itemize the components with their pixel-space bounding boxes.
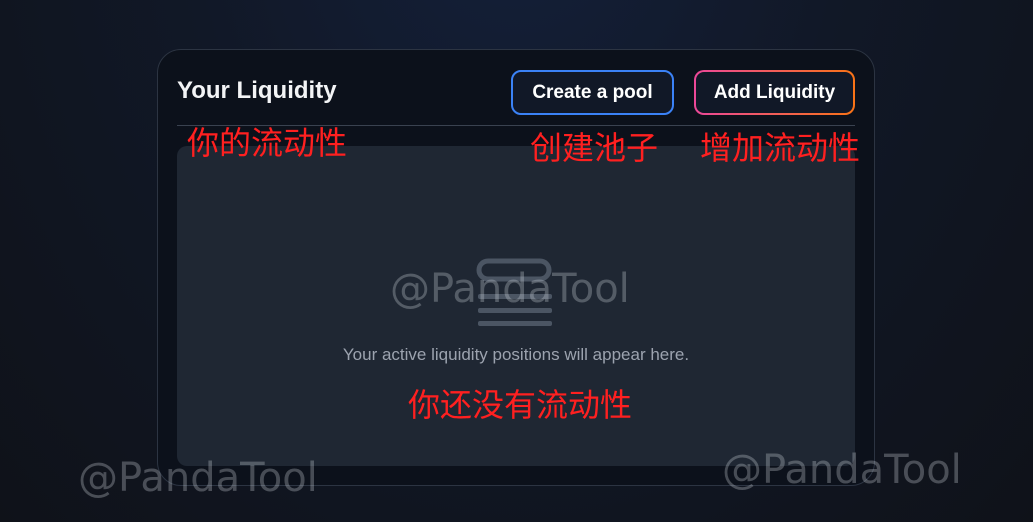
watermark-bottom-left: @PandaTool	[78, 455, 318, 501]
watermark-bottom-right: @PandaTool	[722, 447, 962, 493]
page-title: Your Liquidity	[177, 77, 337, 104]
annotation-no-liquidity: 你还没有流动性	[408, 386, 633, 424]
annotation-your-liquidity: 你的流动性	[187, 124, 348, 162]
annotation-add-liquidity: 增加流动性	[700, 129, 861, 167]
add-liquidity-button[interactable]: Add Liquidity	[694, 70, 855, 115]
watermark-center: @PandaTool	[390, 266, 630, 312]
empty-state-message: Your active liquidity positions will app…	[342, 345, 690, 364]
annotation-create-pool: 创建池子	[530, 129, 659, 167]
create-pool-button[interactable]: Create a pool	[511, 70, 674, 115]
